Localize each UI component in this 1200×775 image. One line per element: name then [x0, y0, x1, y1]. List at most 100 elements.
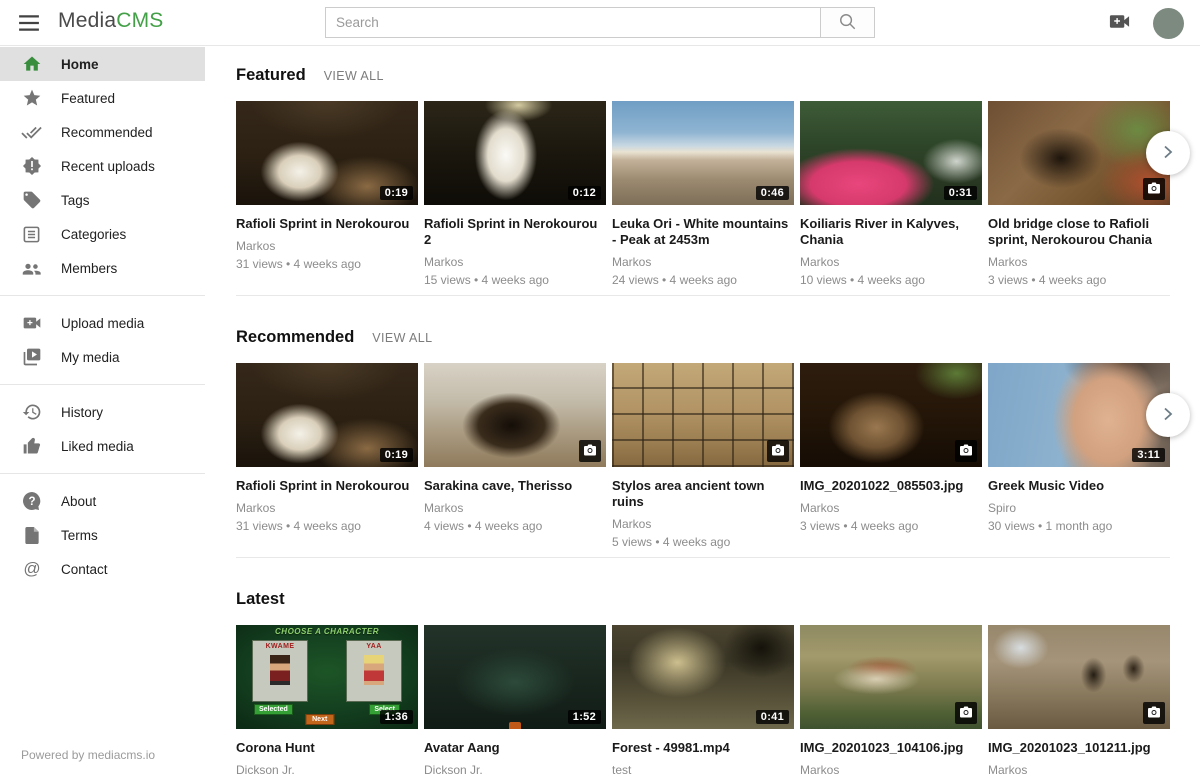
media-card[interactable]: CHOOSE A CHARACTER KWAME YAA Selected Ne…: [236, 625, 418, 775]
media-author[interactable]: test: [612, 763, 794, 775]
sidebar-item-featured[interactable]: Featured: [0, 81, 205, 115]
media-thumbnail[interactable]: 0:12: [424, 101, 606, 205]
section-recommended: Recommended VIEW ALL 0:19 Rafioli Sprint…: [236, 296, 1170, 558]
media-card[interactable]: Stylos area ancient town ruins Markos 5 …: [612, 363, 794, 549]
sidebar-item-home[interactable]: Home: [0, 47, 205, 81]
media-card[interactable]: 0:12 Rafioli Sprint in Nerokourou 2 Mark…: [424, 101, 606, 287]
game-heading: CHOOSE A CHARACTER: [236, 627, 418, 636]
media-card[interactable]: 1:52 Avatar Aang Dickson Jr. 12 views • …: [424, 625, 606, 775]
sidebar-item-terms[interactable]: Terms: [0, 518, 205, 552]
media-title[interactable]: Leuka Ori - White mountains - Peak at 24…: [612, 216, 794, 248]
sidebar-item-contact[interactable]: @ Contact: [0, 552, 205, 586]
media-card[interactable]: 3:11 Greek Music Video Spiro 30 views • …: [988, 363, 1170, 549]
media-author[interactable]: Markos: [988, 763, 1170, 775]
media-title[interactable]: IMG_20201022_085503.jpg: [800, 478, 982, 494]
media-author[interactable]: Markos: [800, 255, 982, 269]
media-thumbnail[interactable]: 0:19: [236, 101, 418, 205]
media-author[interactable]: Markos: [800, 501, 982, 515]
media-thumbnail[interactable]: [988, 101, 1170, 205]
next-arrow-button[interactable]: [1146, 393, 1190, 437]
media-title[interactable]: Sarakina cave, Therisso: [424, 478, 606, 494]
media-card[interactable]: IMG_20201023_101211.jpg Markos 4 views •…: [988, 625, 1170, 775]
sidebar-item-categories[interactable]: Categories: [0, 217, 205, 251]
media-card[interactable]: IMG_20201023_104106.jpg Markos 4 views •…: [800, 625, 982, 775]
sidebar-item-liked-media[interactable]: Liked media: [0, 429, 205, 463]
media-thumbnail[interactable]: 3:11: [988, 363, 1170, 467]
media-author[interactable]: Markos: [424, 501, 606, 515]
media-author[interactable]: Markos: [424, 255, 606, 269]
logo[interactable]: MediaCMS: [58, 9, 163, 33]
media-thumbnail[interactable]: 0:31: [800, 101, 982, 205]
media-thumbnail[interactable]: 0:41: [612, 625, 794, 729]
history-icon: [21, 402, 42, 423]
sidebar-item-label: Contact: [61, 562, 108, 577]
media-thumbnail[interactable]: [612, 363, 794, 467]
media-author[interactable]: Markos: [236, 239, 418, 253]
powered-by[interactable]: Powered by mediacms.io: [21, 748, 155, 762]
next-arrow-button[interactable]: [1146, 131, 1190, 175]
avatar[interactable]: [1153, 8, 1184, 39]
sidebar-item-about[interactable]: ? About: [0, 484, 205, 518]
tag-icon: [21, 190, 42, 211]
media-card[interactable]: 0:41 Forest - 49981.mp4 test 17 views • …: [612, 625, 794, 775]
camera-icon: [959, 444, 973, 456]
media-title[interactable]: IMG_20201023_104106.jpg: [800, 740, 982, 756]
view-all-link[interactable]: VIEW ALL: [372, 331, 432, 345]
media-card[interactable]: 0:46 Leuka Ori - White mountains - Peak …: [612, 101, 794, 287]
view-all-link[interactable]: VIEW ALL: [324, 69, 384, 83]
media-thumbnail[interactable]: [988, 625, 1170, 729]
media-author[interactable]: Markos: [988, 255, 1170, 269]
media-thumbnail[interactable]: 0:46: [612, 101, 794, 205]
media-card[interactable]: 0:19 Rafioli Sprint in Nerokourou Markos…: [236, 101, 418, 287]
media-title[interactable]: IMG_20201023_101211.jpg: [988, 740, 1170, 756]
duration-badge: 0:46: [756, 186, 789, 200]
media-card[interactable]: 0:31 Koiliaris River in Kalyves, Chania …: [800, 101, 982, 287]
media-title[interactable]: Rafioli Sprint in Nerokourou 2: [424, 216, 606, 248]
sidebar-item-history[interactable]: History: [0, 395, 205, 429]
media-thumbnail[interactable]: [800, 625, 982, 729]
media-author[interactable]: Spiro: [988, 501, 1170, 515]
media-title[interactable]: Old bridge close to Rafioli sprint, Nero…: [988, 216, 1170, 248]
media-title[interactable]: Rafioli Sprint in Nerokourou: [236, 216, 418, 232]
media-author[interactable]: Markos: [236, 501, 418, 515]
media-thumbnail[interactable]: [800, 363, 982, 467]
media-title[interactable]: Forest - 49981.mp4: [612, 740, 794, 756]
media-author[interactable]: Dickson Jr.: [424, 763, 606, 775]
character-name: YAA: [347, 641, 401, 650]
sidebar-item-members[interactable]: Members: [0, 251, 205, 285]
sidebar-item-recent-uploads[interactable]: Recent uploads: [0, 149, 205, 183]
media-author[interactable]: Markos: [800, 763, 982, 775]
media-meta: 31 views • 4 weeks ago: [236, 519, 418, 533]
sidebar-item-tags[interactable]: Tags: [0, 183, 205, 217]
media-author[interactable]: Dickson Jr.: [236, 763, 418, 775]
media-author[interactable]: Markos: [612, 255, 794, 269]
upload-media-button[interactable]: [1108, 10, 1131, 36]
search-input[interactable]: [325, 7, 821, 38]
media-meta: 5 views • 4 weeks ago: [612, 535, 794, 549]
media-title[interactable]: Rafioli Sprint in Nerokourou: [236, 478, 418, 494]
media-title[interactable]: Greek Music Video: [988, 478, 1170, 494]
media-thumbnail[interactable]: CHOOSE A CHARACTER KWAME YAA Selected Ne…: [236, 625, 418, 729]
media-thumbnail[interactable]: [424, 363, 606, 467]
media-title[interactable]: Koiliaris River in Kalyves, Chania: [800, 216, 982, 248]
search-button[interactable]: [820, 7, 875, 38]
media-card[interactable]: 0:19 Rafioli Sprint in Nerokourou Markos…: [236, 363, 418, 549]
media-title[interactable]: Corona Hunt: [236, 740, 418, 756]
media-card[interactable]: Old bridge close to Rafioli sprint, Nero…: [988, 101, 1170, 287]
media-title[interactable]: Avatar Aang: [424, 740, 606, 756]
media-meta: 15 views • 4 weeks ago: [424, 273, 606, 287]
media-thumbnail[interactable]: 1:52: [424, 625, 606, 729]
media-title[interactable]: Stylos area ancient town ruins: [612, 478, 794, 510]
media-card[interactable]: IMG_20201022_085503.jpg Markos 3 views •…: [800, 363, 982, 549]
duration-badge: 0:41: [756, 710, 789, 724]
sidebar-item-my-media[interactable]: My media: [0, 340, 205, 374]
menu-button[interactable]: [16, 11, 42, 35]
media-author[interactable]: Markos: [612, 517, 794, 531]
camera-badge: [767, 440, 789, 462]
media-thumbnail[interactable]: 0:19: [236, 363, 418, 467]
sidebar-item-recommended[interactable]: Recommended: [0, 115, 205, 149]
sidebar-item-upload-media[interactable]: Upload media: [0, 306, 205, 340]
sidebar-item-label: Home: [61, 57, 99, 72]
video-library-icon: [21, 347, 42, 368]
media-card[interactable]: Sarakina cave, Therisso Markos 4 views •…: [424, 363, 606, 549]
